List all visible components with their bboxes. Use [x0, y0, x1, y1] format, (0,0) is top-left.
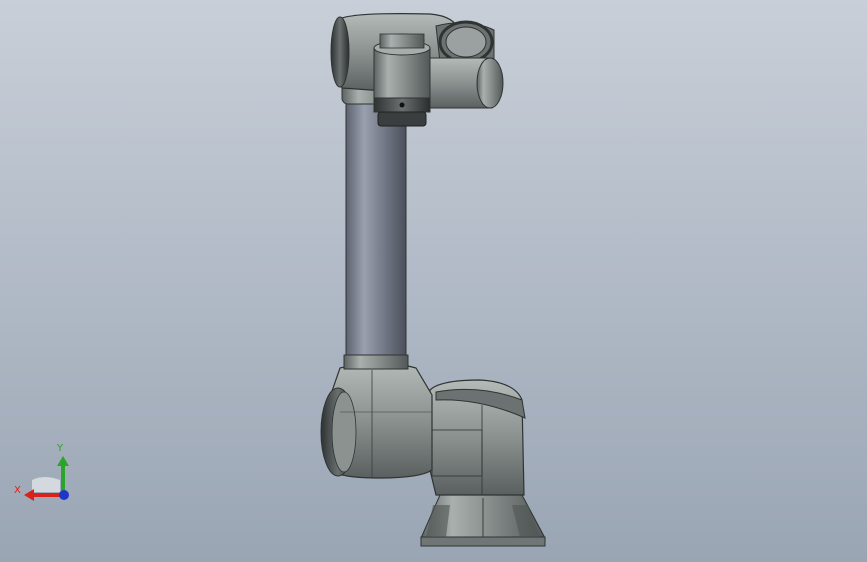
x-axis-label: X — [14, 485, 21, 496]
shoulder-joint — [320, 362, 433, 479]
triad-graphic — [24, 456, 69, 501]
coordinate-triad: Y X — [10, 438, 80, 508]
base-pedestal — [420, 494, 546, 547]
base-joint — [429, 379, 526, 496]
robot-arm-model[interactable] — [0, 0, 867, 562]
y-axis-label: Y — [57, 443, 64, 454]
graphics-viewport[interactable]: Y X — [0, 0, 867, 562]
z-axis-dot — [59, 490, 69, 500]
